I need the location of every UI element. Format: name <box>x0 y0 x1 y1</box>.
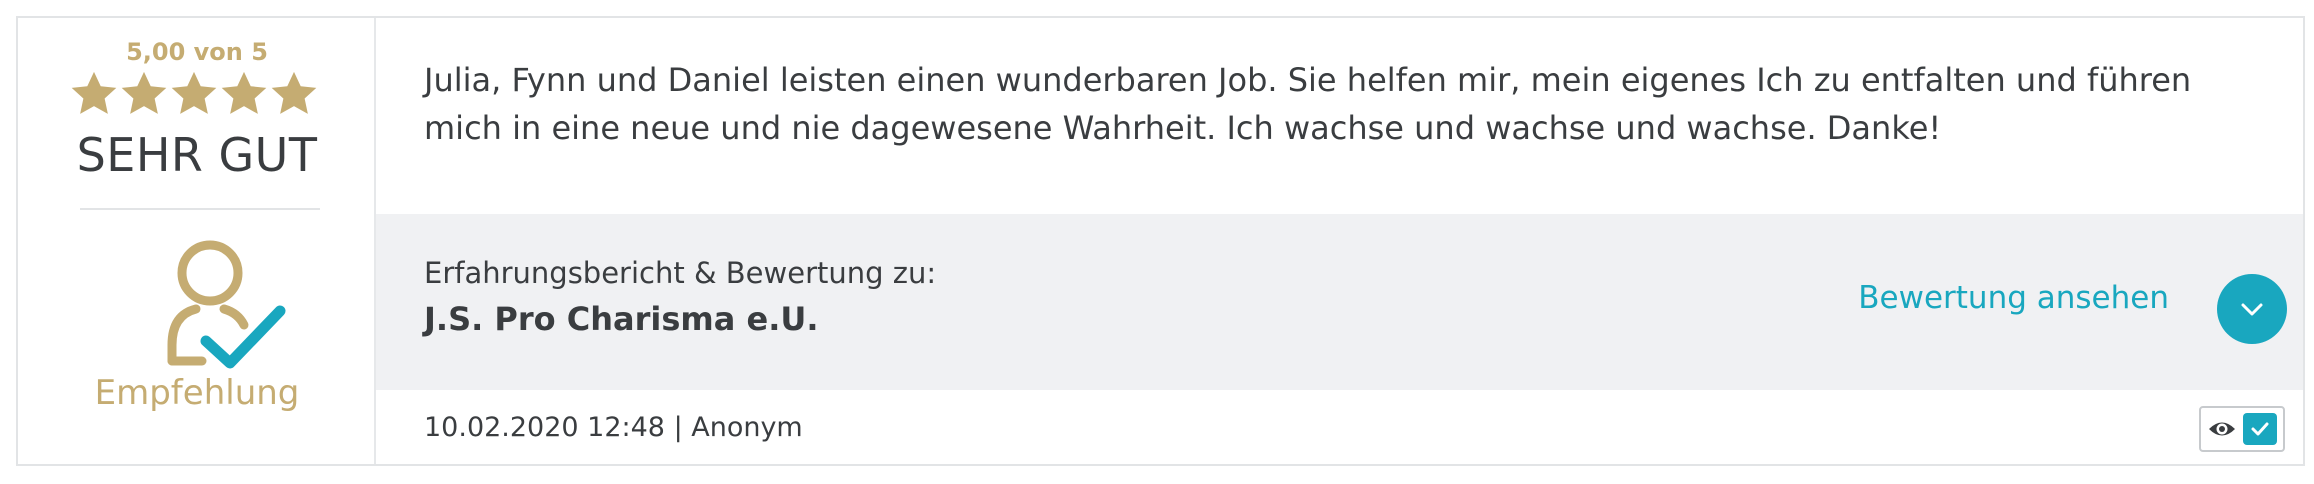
view-review-link[interactable]: Bewertung ansehen <box>1858 280 2169 316</box>
star-icon <box>271 71 317 114</box>
verification-badges <box>2199 406 2285 452</box>
star-rating <box>68 68 338 128</box>
review-content: Julia, Fynn und Daniel leisten einen wun… <box>376 18 2303 464</box>
review-text: Julia, Fynn und Daniel leisten einen wun… <box>424 61 2192 147</box>
company-panel: Erfahrungsbericht & Bewertung zu: J.S. P… <box>376 214 2303 390</box>
company-name: J.S. Pro Charisma e.U. <box>424 300 819 338</box>
check-icon <box>2251 422 2269 436</box>
star-icon <box>221 71 267 114</box>
recommendation-person-check-icon <box>167 240 286 369</box>
eye-icon <box>2209 422 2235 436</box>
rating-verdict: SEHR GUT <box>76 128 318 182</box>
recommendation-label: Empfehlung <box>94 373 300 413</box>
rating-panel: 5,00 von 5 SEHR GUT Empfehlung <box>18 18 376 464</box>
review-about-label: Erfahrungsbericht & Bewertung zu: <box>424 256 937 290</box>
review-card: 5,00 von 5 SEHR GUT Empfehlung Julia, Fy… <box>16 16 2305 466</box>
review-meta: 10.02.2020 12:48 | Anonym <box>424 412 803 443</box>
divider <box>80 208 320 210</box>
view-review-button[interactable] <box>2217 274 2287 344</box>
star-icon <box>71 71 117 114</box>
star-icon <box>171 71 217 114</box>
verified-badge <box>2243 413 2277 445</box>
rating-score: 5,00 von 5 <box>126 38 268 66</box>
chevron-down-icon <box>2241 303 2263 316</box>
star-icon <box>121 71 167 114</box>
